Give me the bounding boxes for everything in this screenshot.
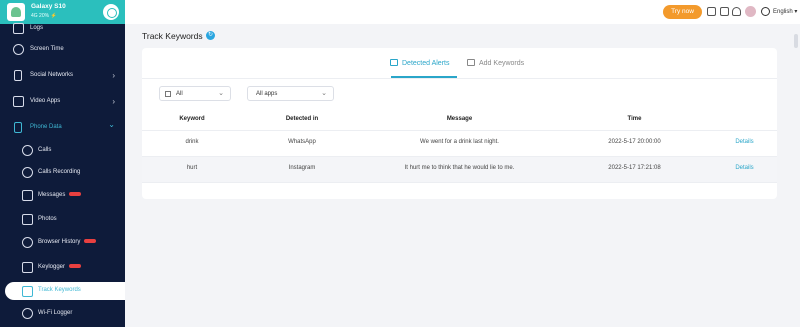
sidebar-item-label: Logs <box>30 25 44 31</box>
header-detected-in: Detected in <box>285 116 319 122</box>
grid-icon[interactable] <box>720 7 729 16</box>
sidebar-item-messages[interactable]: Messages <box>0 185 125 207</box>
app-filter-select[interactable]: All apps ⌄ <box>247 86 334 101</box>
sidebar-item-phone-data[interactable]: Phone Data ⌄ <box>0 117 125 139</box>
keyboard-icon <box>22 262 33 273</box>
alerts-table: Keyword Detected in Message Time drink W… <box>142 109 777 183</box>
table-row: drink WhatsApp We went for a drink last … <box>142 131 777 157</box>
date-filter-select[interactable]: All ⌄ <box>159 86 231 101</box>
browser-icon <box>22 237 33 248</box>
sidebar-item-label: Browser History <box>38 239 97 245</box>
detected-in-cell: Instagram <box>288 165 316 171</box>
new-badge <box>84 239 97 244</box>
message-icon <box>22 190 33 201</box>
keyword-cell: drink <box>185 139 199 145</box>
home-icon[interactable] <box>707 7 716 16</box>
sidebar-item-label: Keylogger <box>38 264 82 270</box>
sidebar-item-calls[interactable]: Calls <box>0 140 125 162</box>
table-header: Keyword Detected in Message Time <box>142 109 777 131</box>
log-icon <box>13 23 24 34</box>
detected-in-cell: WhatsApp <box>288 139 316 145</box>
sidebar-item-label: Phone Data <box>30 124 62 130</box>
wifi-icon <box>22 308 33 319</box>
scrollbar[interactable] <box>794 34 798 48</box>
microphone-icon <box>22 167 33 178</box>
try-now-button[interactable]: Try now <box>663 5 702 19</box>
photo-icon <box>22 214 33 225</box>
sidebar-item-label: Messages <box>38 192 82 198</box>
date-filter-value: All <box>176 91 183 97</box>
keyword-cell: hurt <box>186 165 198 171</box>
sidebar-item-social-networks[interactable]: Social Networks › <box>0 65 125 87</box>
keywords-icon <box>22 286 33 297</box>
page-title: Track Keywords <box>142 31 203 41</box>
sidebar-item-logs[interactable]: Logs <box>0 18 125 40</box>
language-selector[interactable]: English ▾ <box>773 8 797 15</box>
screen-time-icon <box>13 44 24 55</box>
sidebar-item-photos[interactable]: Photos <box>0 209 125 231</box>
top-bar: Try now English ▾ <box>125 0 800 24</box>
sidebar-item-browser-history[interactable]: Browser History <box>0 232 125 254</box>
globe-icon <box>761 7 770 16</box>
add-keyword-icon <box>467 59 475 66</box>
social-networks-icon <box>14 70 22 81</box>
details-link[interactable]: Details <box>712 139 777 145</box>
sidebar-item-label: Calls Recording <box>38 169 81 175</box>
sidebar-item-label: Track Keywords <box>38 287 81 293</box>
sidebar-item-calls-recording[interactable]: Calls Recording <box>0 162 125 184</box>
video-apps-icon <box>13 96 24 107</box>
phone-data-icon <box>14 122 22 133</box>
chevron-right-icon: › <box>112 97 115 106</box>
sidebar-item-screen-time[interactable]: Screen Time <box>0 39 125 61</box>
phone-icon <box>22 145 33 156</box>
sidebar-item-label: Screen Time <box>30 46 64 52</box>
header-keyword: Keyword <box>179 116 205 122</box>
sidebar-item-track-keywords[interactable]: Track Keywords <box>5 282 125 300</box>
sidebar-item-label: Photos <box>38 216 57 222</box>
table-row: hurt Instagram It hurt me to think that … <box>142 157 777 183</box>
sidebar-item-label: Calls <box>38 147 52 153</box>
header-time: Time <box>627 116 642 122</box>
tab-detected-alerts[interactable]: Detected Alerts <box>390 59 449 67</box>
sidebar: Galaxy S10 4G 20% ⚡ Logs Screen Time Soc… <box>0 0 125 327</box>
tab-add-keywords[interactable]: Add Keywords <box>467 59 524 67</box>
chevron-right-icon: › <box>112 71 115 80</box>
tab-divider <box>142 78 777 79</box>
message-cell: We went for a drink last night. <box>420 139 499 145</box>
refresh-icon[interactable]: ↻ <box>206 31 215 40</box>
bell-icon[interactable] <box>732 7 741 16</box>
sidebar-item-wifi-logger[interactable]: Wi-Fi Logger <box>0 303 125 325</box>
time-cell: 2022-5-17 17:21:08 <box>608 165 661 171</box>
alert-icon <box>390 59 398 66</box>
time-cell: 2022-5-17 20:00:00 <box>608 139 661 145</box>
new-badge <box>69 264 82 269</box>
details-link[interactable]: Details <box>712 165 777 171</box>
device-name: Galaxy S10 <box>31 3 66 10</box>
alerts-card: Detected Alerts Add Keywords All ⌄ All a… <box>142 48 777 199</box>
header-message: Message <box>446 116 473 122</box>
avatar[interactable] <box>745 6 756 17</box>
sidebar-item-keylogger[interactable]: Keylogger <box>0 257 125 279</box>
new-badge <box>69 192 82 197</box>
calendar-icon <box>165 91 171 97</box>
message-cell: It hurt me to think that he would lie to… <box>404 165 515 171</box>
app-filter-value: All apps <box>256 91 278 97</box>
sidebar-item-label: Wi-Fi Logger <box>38 310 73 316</box>
sidebar-item-label: Social Networks <box>30 72 74 78</box>
chevron-down-icon: ⌄ <box>321 90 327 97</box>
sidebar-item-video-apps[interactable]: Video Apps › <box>0 91 125 113</box>
chevron-down-icon: ⌄ <box>108 120 115 129</box>
sidebar-item-label: Video Apps <box>30 98 61 104</box>
chevron-down-icon: ⌄ <box>218 90 224 97</box>
